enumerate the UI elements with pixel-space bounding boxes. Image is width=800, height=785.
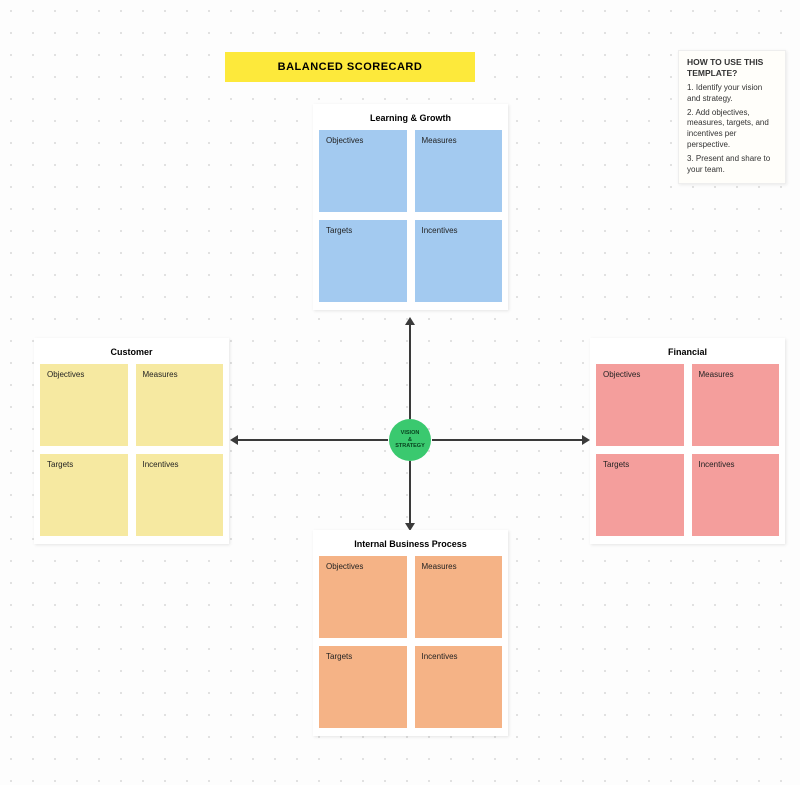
page-title: BALANCED SCORECARD: [225, 52, 475, 82]
tile-measures[interactable]: Measures: [692, 364, 780, 446]
perspective-customer[interactable]: Customer Objectives Measures Targets Inc…: [34, 338, 229, 544]
help-note: HOW TO USE THIS TEMPLATE? 1. Identify yo…: [678, 50, 786, 184]
perspective-title: Customer: [40, 344, 223, 364]
tile-objectives[interactable]: Objectives: [319, 556, 407, 638]
arrow-up-icon: [409, 325, 411, 419]
help-step: 2. Add objectives, measures, targets, an…: [687, 108, 777, 151]
arrow-right-icon: [432, 439, 582, 441]
tile-grid: Objectives Measures Targets Incentives: [40, 364, 223, 536]
tile-objectives[interactable]: Objectives: [596, 364, 684, 446]
tile-incentives[interactable]: Incentives: [692, 454, 780, 536]
tile-targets[interactable]: Targets: [319, 220, 407, 302]
perspective-title: Financial: [596, 344, 779, 364]
tile-incentives[interactable]: Incentives: [136, 454, 224, 536]
arrow-left-icon: [238, 439, 388, 441]
tile-incentives[interactable]: Incentives: [415, 646, 503, 728]
help-title: HOW TO USE THIS TEMPLATE?: [687, 57, 777, 80]
tile-objectives[interactable]: Objectives: [319, 130, 407, 212]
tile-targets[interactable]: Targets: [40, 454, 128, 536]
hub-line: &: [408, 437, 412, 444]
tile-targets[interactable]: Targets: [596, 454, 684, 536]
hub-line: STRATEGY: [395, 443, 425, 450]
help-step: 1. Identify your vision and strategy.: [687, 83, 777, 105]
hub-line: VISION: [401, 430, 420, 437]
tile-measures[interactable]: Measures: [415, 130, 503, 212]
tile-incentives[interactable]: Incentives: [415, 220, 503, 302]
tile-grid: Objectives Measures Targets Incentives: [319, 556, 502, 728]
help-step: 3. Present and share to your team.: [687, 154, 777, 176]
tile-targets[interactable]: Targets: [319, 646, 407, 728]
tile-grid: Objectives Measures Targets Incentives: [319, 130, 502, 302]
perspective-internal-process[interactable]: Internal Business Process Objectives Mea…: [313, 530, 508, 736]
perspective-title: Internal Business Process: [319, 536, 502, 556]
arrow-down-icon: [409, 461, 411, 523]
tile-objectives[interactable]: Objectives: [40, 364, 128, 446]
tile-grid: Objectives Measures Targets Incentives: [596, 364, 779, 536]
vision-strategy-hub[interactable]: VISION & STRATEGY: [389, 419, 431, 461]
tile-measures[interactable]: Measures: [136, 364, 224, 446]
perspective-learning-growth[interactable]: Learning & Growth Objectives Measures Ta…: [313, 104, 508, 310]
tile-measures[interactable]: Measures: [415, 556, 503, 638]
perspective-financial[interactable]: Financial Objectives Measures Targets In…: [590, 338, 785, 544]
perspective-title: Learning & Growth: [319, 110, 502, 130]
